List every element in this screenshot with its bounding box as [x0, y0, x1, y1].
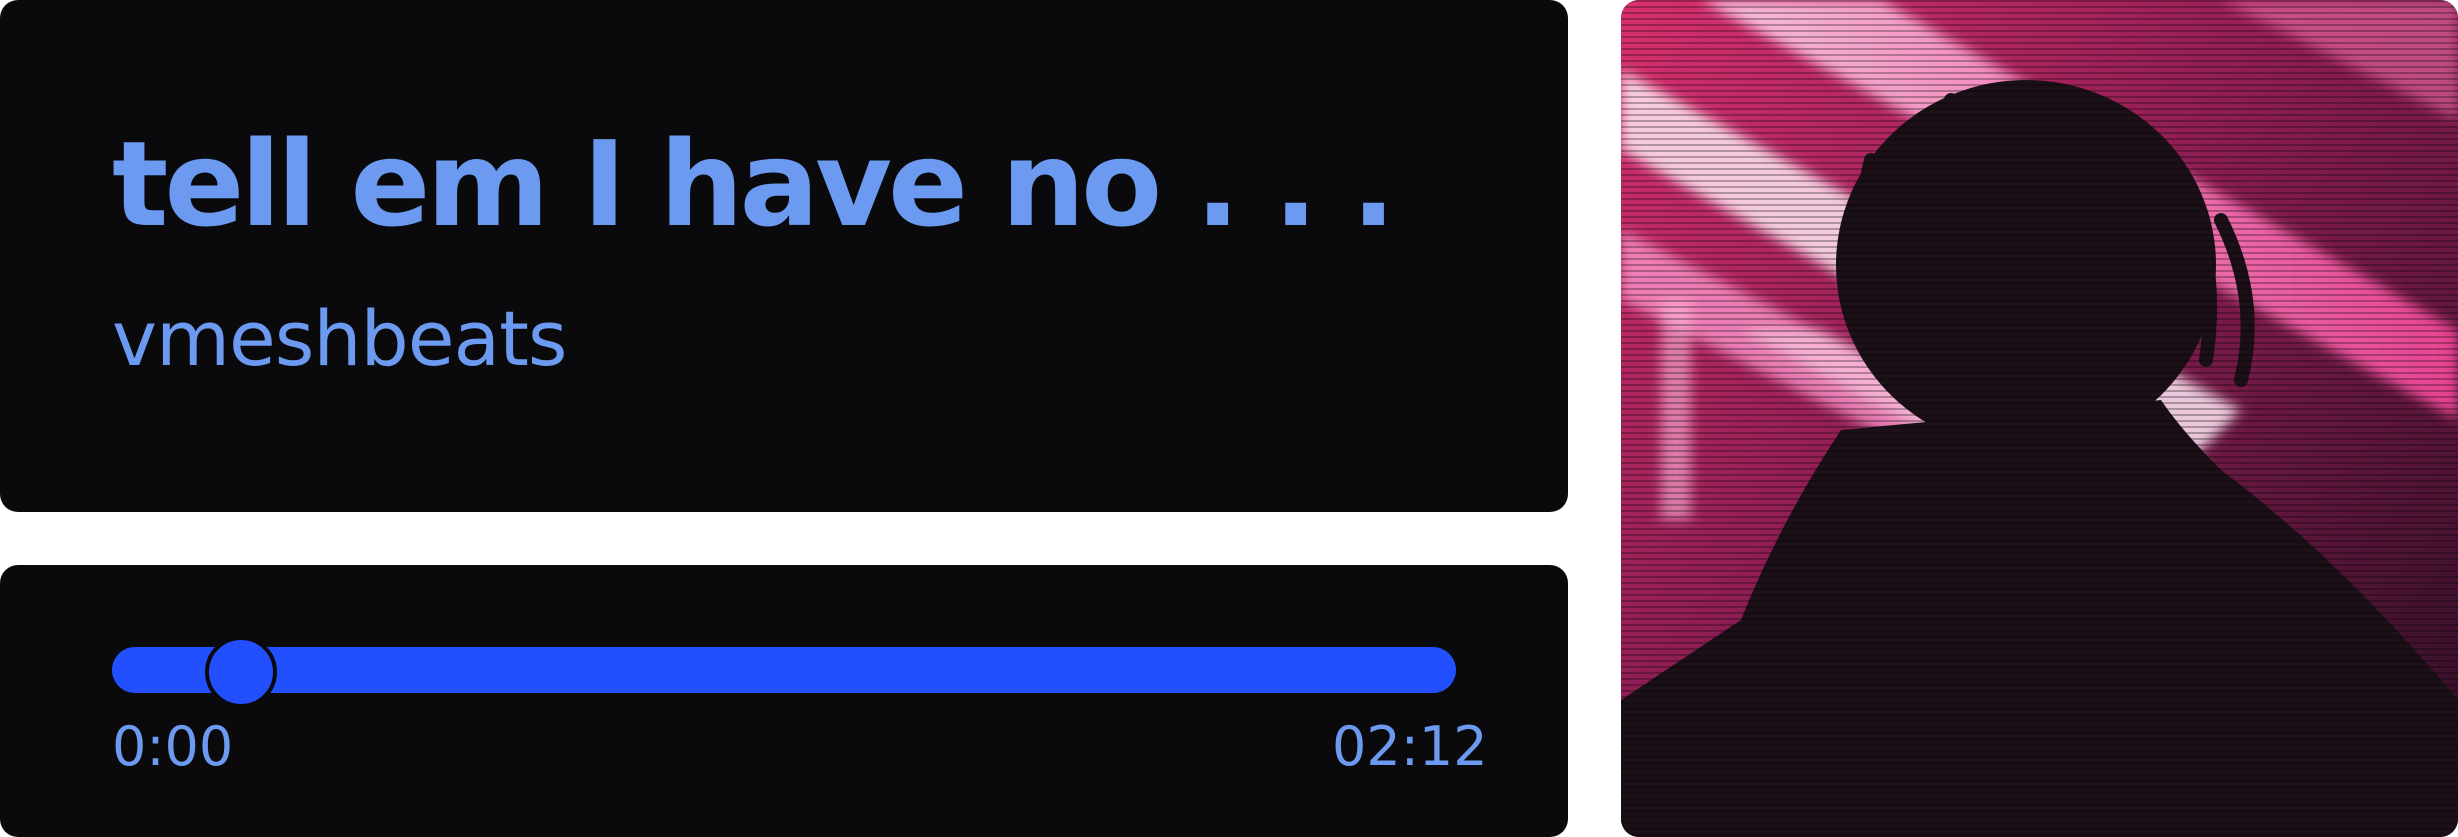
current-time: 0:00	[112, 715, 234, 778]
progress-bar-thumb[interactable]	[205, 636, 277, 708]
track-info-card	[0, 0, 1568, 512]
album-art-image	[1621, 0, 2458, 837]
total-time: 02:12	[1332, 715, 1488, 778]
track-title: tell em I have no . . .	[112, 115, 1396, 253]
progress-bar[interactable]	[112, 647, 1456, 693]
track-artist: vmeshbeats	[112, 294, 567, 383]
